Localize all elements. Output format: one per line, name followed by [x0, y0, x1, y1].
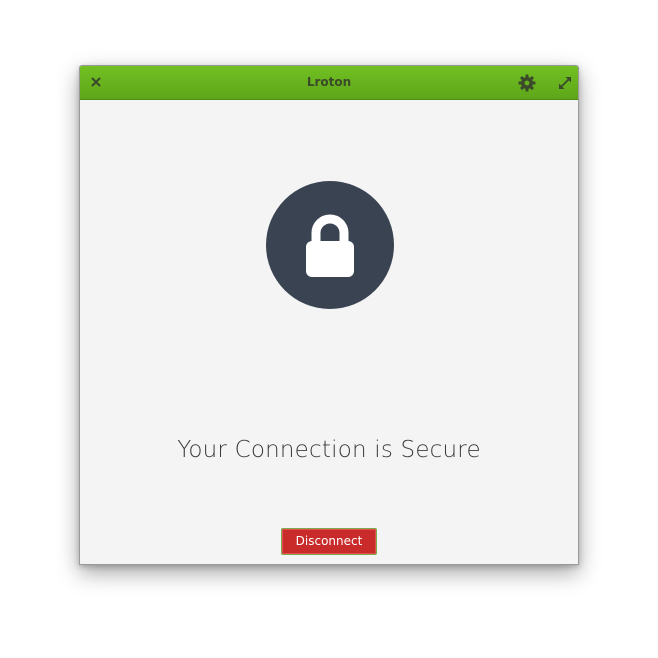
- window-title: Lroton: [306, 75, 352, 89]
- status-badge: [266, 181, 394, 309]
- disconnect-button[interactable]: Disconnect: [281, 528, 377, 555]
- titlebar[interactable]: Lroton: [80, 66, 578, 100]
- app-window: Lroton Your Connection is Secure Disconn…: [79, 65, 579, 565]
- lock-icon: [306, 214, 354, 277]
- settings-button[interactable]: [517, 73, 537, 93]
- gear-icon: [518, 74, 536, 92]
- maximize-icon: [559, 77, 571, 89]
- connection-status-text: Your Connection is Secure: [177, 437, 481, 463]
- maximize-button[interactable]: [556, 74, 574, 92]
